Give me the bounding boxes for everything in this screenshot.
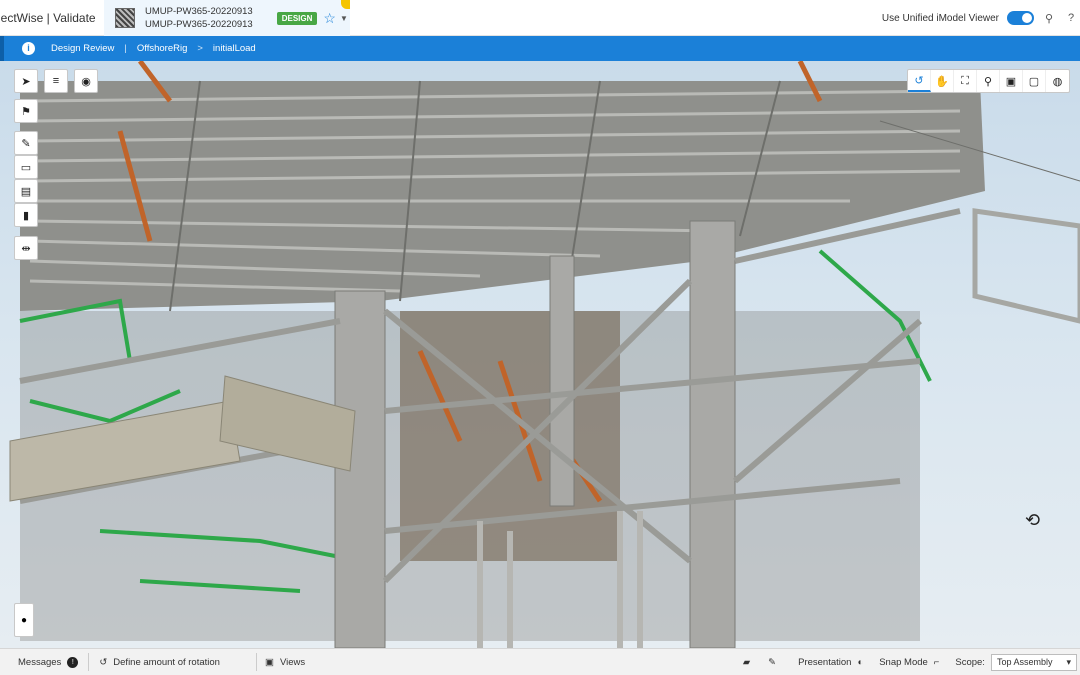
panel-stub[interactable] xyxy=(0,36,4,61)
fit-view-icon[interactable]: ⛶ xyxy=(954,70,977,92)
notification-dot xyxy=(341,0,350,9)
presentation-icon: ◐ xyxy=(857,656,864,668)
file-tab[interactable]: UMUP-PW365-20220913 UMUP-PW365-20220913 … xyxy=(104,0,350,36)
messages-button[interactable]: Messages ! xyxy=(18,656,79,668)
rotate-prompt-icon: ↺ xyxy=(99,656,108,668)
menu-icon[interactable]: ≡ xyxy=(44,69,68,93)
divider xyxy=(255,653,257,671)
split-icon[interactable]: ⇹ xyxy=(14,236,38,260)
breadcrumb-separator: > xyxy=(197,43,203,54)
scope-select[interactable]: Top Assembly ▾ xyxy=(990,653,1077,671)
bridge-frame xyxy=(972,208,1080,324)
help-circle-icon[interactable]: ? xyxy=(1064,12,1078,24)
chevron-down-icon: ▾ xyxy=(1066,656,1071,667)
breadcrumb-separator: | xyxy=(124,43,127,54)
platform-model xyxy=(9,61,1080,648)
snap-mode-icon: ⌐ xyxy=(933,656,940,668)
pencil-icon[interactable]: ✎ xyxy=(768,657,776,668)
briefcase-icon[interactable]: ▰ xyxy=(743,657,750,668)
scope-value: Top Assembly xyxy=(996,657,1053,667)
walk-icon[interactable]: ◍ xyxy=(1046,70,1069,92)
breadcrumb-item-design-review[interactable]: Design Review xyxy=(51,43,114,54)
file-thumbnail xyxy=(115,8,135,28)
camera-icon[interactable]: ▢ xyxy=(1023,70,1046,92)
breadcrumb-item-offshorerig[interactable]: OffshoreRig xyxy=(137,43,188,54)
rotate-icon[interactable]: ↺ xyxy=(908,70,931,92)
select-icon[interactable]: ➤ xyxy=(14,69,38,93)
section-box-icon[interactable]: ▭ xyxy=(14,155,38,179)
file-name-line1: UMUP-PW365-20220913 xyxy=(145,6,253,17)
info-icon[interactable]: i xyxy=(22,42,35,55)
header-right-tools: Use Unified iModel Viewer ⚲ ? xyxy=(882,0,1080,36)
clip-icon[interactable]: ▤ xyxy=(14,179,38,203)
divider xyxy=(88,653,90,671)
snap-mode-label: Snap Mode xyxy=(879,656,928,668)
scope-label: Scope: xyxy=(955,656,985,668)
lightbulb-icon[interactable]: ⚲ xyxy=(1042,12,1056,25)
views-icon: ▣ xyxy=(264,656,274,668)
measure-icon[interactable]: ✎ xyxy=(14,131,38,155)
top-bar: jectWise | Validate UMUP-PW365-20220913 … xyxy=(0,0,1080,36)
file-name-line2: UMUP-PW365-20220913 xyxy=(145,19,253,30)
breadcrumb-item-initialload[interactable]: initialLoad xyxy=(213,43,256,54)
status-bar: Messages ! ↺ Define amount of rotation ▣… xyxy=(0,648,1080,675)
design-badge: DESIGN xyxy=(276,11,318,25)
app-window: jectWise | Validate UMUP-PW365-20220913 … xyxy=(0,0,1080,675)
scope-control: Scope: Top Assembly ▾ xyxy=(955,653,1077,671)
views-label: Views xyxy=(279,656,306,668)
view-toolbar: ↺ ✋ ⛶ ⚲ ▣ ▢ ◍ xyxy=(907,69,1070,93)
snap-mode-button[interactable]: Snap Mode ⌐ xyxy=(879,657,939,668)
presentation-label: Presentation xyxy=(798,656,852,668)
unified-viewer-toggle[interactable] xyxy=(1007,11,1034,25)
prompt-area: ↺ Define amount of rotation xyxy=(99,657,220,668)
unified-viewer-label: Use Unified iModel Viewer xyxy=(881,12,999,24)
app-title: jectWise | Validate xyxy=(0,10,96,25)
rotate-cursor-icon: ⟲ xyxy=(1025,510,1041,530)
messages-badge: ! xyxy=(67,656,79,668)
breadcrumb-bar: i Design Review | OffshoreRig > initialL… xyxy=(0,36,1080,61)
flag-icon[interactable]: ⚑ xyxy=(14,99,38,123)
presentation-button[interactable]: Presentation ◐ xyxy=(798,657,863,668)
zoom-icon[interactable]: ⚲ xyxy=(977,70,1000,92)
column-icon[interactable]: ▮ xyxy=(14,203,38,227)
caret-down-icon[interactable]: ▼ xyxy=(340,14,348,23)
prompt-text: Define amount of rotation xyxy=(113,656,220,668)
star-icon[interactable]: ☆ xyxy=(323,10,336,27)
visibility-icon[interactable]: ◉ xyxy=(74,69,98,93)
messages-label: Messages xyxy=(18,656,62,668)
views-button[interactable]: ▣ Views xyxy=(265,657,305,668)
window-area-icon[interactable]: ▣ xyxy=(1000,70,1023,92)
3d-viewport[interactable]: ➤ ≡ ◉ ⚑ ✎ ▭ ▤ ▮ ⇹ ↺ ✋ ⛶ ⚲ ▣ ▢ ◍ ⟲ ● xyxy=(0,61,1080,648)
navigation-cube-icon[interactable]: ● xyxy=(14,603,34,637)
pan-icon[interactable]: ✋ xyxy=(931,70,954,92)
file-names: UMUP-PW365-20220913 UMUP-PW365-20220913 xyxy=(145,5,253,31)
